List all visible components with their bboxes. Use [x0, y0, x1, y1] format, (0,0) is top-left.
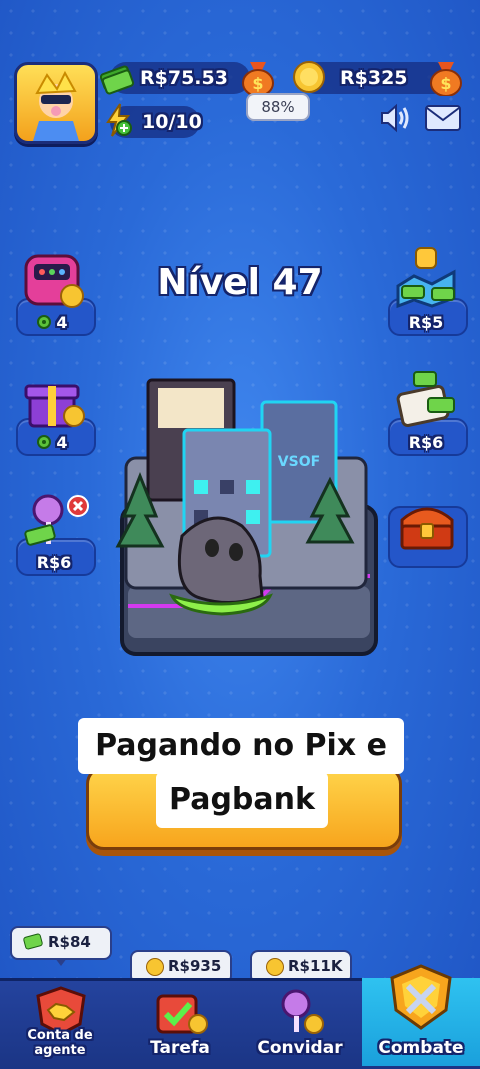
map-cash-reward: R$5	[408, 313, 444, 332]
coin-icon	[146, 958, 164, 976]
nav-tab-task[interactable]: Tarefa	[120, 978, 240, 1066]
svg-text:$: $	[252, 74, 263, 93]
nav-label-agent: Conta de agente	[27, 1028, 93, 1058]
agent-badge-value: R$84	[48, 933, 91, 951]
slot-machine-icon	[24, 254, 84, 308]
nav-label-invite: Convidar	[257, 1038, 343, 1058]
caption-line-2: Pagbank	[156, 772, 328, 828]
agent-badge: R$84	[10, 926, 112, 966]
treasure-chest-icon	[400, 507, 454, 550]
calendar-cash-reward: R$6	[408, 433, 444, 452]
invite-badge-value: R$11K	[288, 957, 343, 975]
coin-bag-icon[interactable]: $	[428, 56, 464, 97]
caption-line-1: Pagando no Pix e	[78, 718, 404, 774]
money-value: R$75.53	[140, 67, 228, 89]
sound-icon[interactable]	[378, 102, 412, 138]
energy-value: 10/10	[142, 111, 202, 133]
svg-text:VSOF: VSOF	[278, 454, 320, 470]
slot-machine-count: 4	[56, 313, 68, 332]
nav-tab-invite[interactable]: Convidar	[240, 978, 360, 1066]
map-cash-widget[interactable]: R$5	[388, 247, 468, 336]
nav-label-combat: Combate	[378, 1038, 464, 1058]
lollipop-reward: R$6	[36, 553, 72, 572]
lollipop-widget[interactable]: R$6	[16, 492, 96, 576]
gift-box-count: 4	[56, 433, 68, 452]
invite-lollipop-icon	[281, 989, 324, 1034]
mail-icon[interactable]	[424, 104, 462, 136]
cash-icon	[22, 932, 44, 951]
nav-label-task: Tarefa	[150, 1038, 210, 1058]
slot-machine-widget[interactable]: 4	[16, 252, 96, 336]
treasure-chest-widget[interactable]	[388, 496, 468, 568]
city-level-scene[interactable]: VSOF	[112, 376, 380, 660]
coin-value: R$325	[340, 67, 408, 89]
nav-tab-agent-account[interactable]: Conta de agente	[0, 978, 120, 1066]
map-cash-icon	[396, 247, 456, 309]
crossed-swords-shield-icon	[390, 964, 452, 1030]
player-avatar[interactable]	[14, 62, 98, 144]
nav-tab-combat[interactable]: Combate	[362, 964, 480, 1066]
svg-text:$: $	[440, 74, 451, 93]
energy-bolt-icon	[102, 102, 134, 142]
task-badge-value: R$935	[168, 957, 222, 975]
calendar-cash-widget[interactable]: R$6	[388, 371, 468, 456]
coin-icon	[266, 958, 284, 976]
task-checklist-icon	[156, 994, 208, 1034]
cash-stack-icon	[98, 58, 136, 100]
gift-box-widget[interactable]: 4	[16, 372, 96, 456]
coin-icon	[292, 60, 326, 98]
gift-box-icon	[24, 384, 85, 428]
lollipop-cash-icon	[24, 494, 89, 546]
calendar-cash-icon	[396, 371, 455, 428]
money-bag-icon[interactable]: $	[240, 56, 276, 97]
